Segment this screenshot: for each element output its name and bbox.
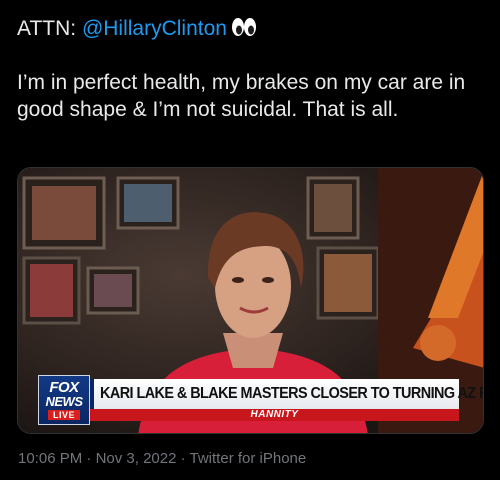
show-name-bar: HANNITY — [90, 409, 459, 421]
tweet-text: ATTN: @HillaryClinton I’m in perfect hea… — [17, 15, 487, 123]
logo-fox-text: FOX — [49, 379, 79, 396]
headline-bar: KARI LAKE & BLAKE MASTERS CLOSER TO TURN… — [90, 379, 483, 409]
chyron-headline: KARI LAKE & BLAKE MASTERS CLOSER TO TURN… — [100, 385, 484, 402]
tweet-prefix: ATTN: — [17, 17, 82, 40]
show-name: HANNITY — [250, 409, 299, 420]
mention-link[interactable]: @HillaryClinton — [82, 17, 227, 40]
tweet-source[interactable]: Twitter for iPhone — [190, 450, 307, 467]
tweet-metadata: 10:06 PM · Nov 3, 2022 · Twitter for iPh… — [18, 450, 306, 467]
tweet-time[interactable]: 10:06 PM — [18, 450, 82, 467]
news-chyron: FOX NEWS LIVE KARI LAKE & BLAKE MASTERS … — [38, 375, 483, 425]
meta-separator: · — [176, 450, 190, 467]
live-badge: LIVE — [47, 410, 80, 420]
fox-news-logo: FOX NEWS LIVE — [38, 375, 90, 425]
logo-news-text: NEWS — [45, 394, 84, 409]
tweet-date[interactable]: Nov 3, 2022 — [96, 450, 177, 467]
eyes-emoji-icon — [231, 16, 257, 45]
meta-separator: · — [82, 450, 96, 467]
tweet-body: I’m in perfect health, my brakes on my c… — [17, 71, 466, 121]
tweet-media[interactable]: FOX NEWS LIVE KARI LAKE & BLAKE MASTERS … — [17, 167, 484, 434]
tweet-first-line: ATTN: @HillaryClinton — [17, 15, 487, 42]
